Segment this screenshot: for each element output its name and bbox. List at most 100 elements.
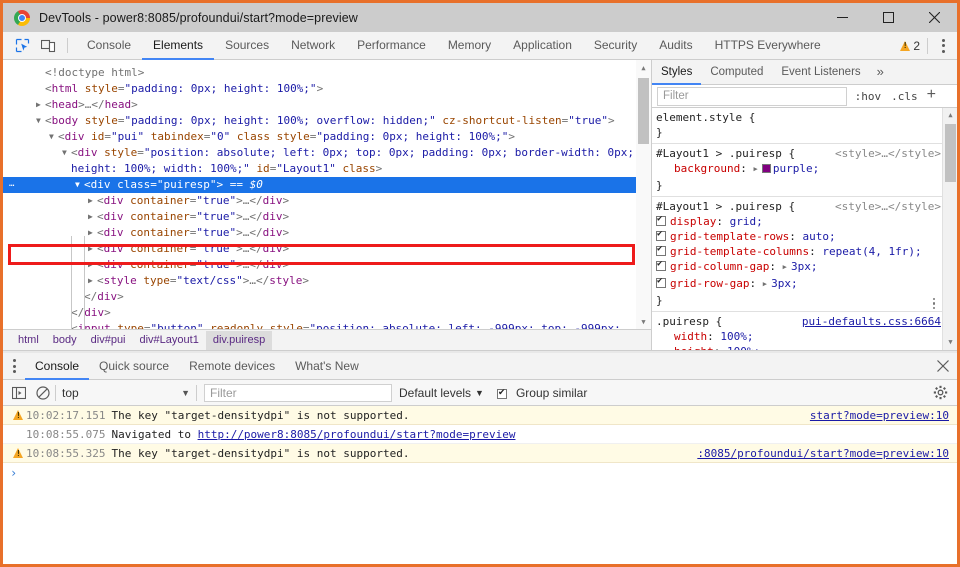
css-property-name[interactable]: height [674,345,714,350]
css-property-value[interactable]: repeat(4, 1fr); [822,245,921,258]
expand-triangle-icon[interactable] [88,273,97,289]
console-message-source-link[interactable]: start?mode=preview:10 [810,409,957,422]
css-selector[interactable]: .puiresp { [656,314,722,329]
styles-scrollbar[interactable]: ▲ ▼ [942,108,957,350]
css-declaration[interactable]: grid-column-gap: ▶ 3px; [652,259,957,276]
device-toolbar-icon[interactable] [35,32,61,59]
more-tabs-chevron-icon[interactable]: » [870,60,891,85]
expand-triangle-icon[interactable] [88,241,97,257]
expand-triangle-icon[interactable] [88,209,97,225]
console-message-source-link[interactable]: :8085/profoundui/start?mode=preview:10 [697,447,957,460]
css-rules-list[interactable]: element.style {} #Layout1 > .puiresp {<st… [652,108,957,350]
dom-tree-row[interactable]: <!doctype html> [3,65,651,81]
inspect-element-icon[interactable] [9,32,35,59]
styles-scroll-thumb[interactable] [945,124,956,182]
scroll-thumb[interactable] [638,78,649,144]
gear-icon[interactable] [927,385,953,400]
scroll-down-arrow[interactable]: ▼ [636,314,651,329]
kebab-menu-icon[interactable] [933,38,953,53]
css-property-name[interactable]: grid-template-columns [670,245,809,258]
clear-console-icon[interactable] [31,385,55,400]
dom-tree-row[interactable]: <div id="pui" tabindex="0" class style="… [3,129,651,145]
dom-tree-row[interactable]: <input type="button" readonly style="pos… [3,321,651,329]
breadcrumb-item-div-puiresp[interactable]: div.puiresp [205,330,273,350]
expand-shorthand-icon[interactable]: ▶ [783,263,791,271]
css-declaration[interactable]: grid-row-gap: ▶ 3px; [652,276,957,293]
css-declaration[interactable]: width: 100%; [652,329,957,344]
css-declaration[interactable]: grid-template-rows: auto; [652,229,957,244]
expand-triangle-icon[interactable] [36,97,45,113]
declaration-enabled-checkbox[interactable] [656,229,666,241]
scroll-up-arrow[interactable]: ▲ [636,60,651,75]
dom-tree-row[interactable]: <div container="true">…</div> [3,257,651,273]
styles-scroll-up-arrow[interactable]: ▲ [943,108,957,123]
declaration-enabled-checkbox[interactable] [656,244,666,256]
expand-shorthand-icon[interactable]: ▶ [753,165,761,173]
tab-elements[interactable]: Elements [142,32,215,60]
css-selector[interactable]: element.style { [656,110,755,125]
css-property-name[interactable]: display [670,215,716,228]
declaration-enabled-checkbox[interactable] [656,214,666,226]
dom-tree-row[interactable]: <head>…</head> [3,97,651,113]
expand-shorthand-icon[interactable]: ▶ [763,280,771,288]
tab-https-everywhere[interactable]: HTTPS Everywhere [704,32,832,60]
css-rule[interactable]: .puiresp { pui-defaults.css:6664 width: 10… [652,312,957,350]
dom-tree-row[interactable]: <div container="true">…</div> [3,193,651,209]
tab-application[interactable]: Application [502,32,583,60]
dom-tree-row[interactable]: height: 100%; width: 100%;" id="Layout1"… [3,161,651,177]
console-message-list[interactable]: 10:02:17.151 The key "target-densitydpi" … [3,406,957,564]
css-property-name[interactable]: grid-row-gap [670,277,749,290]
console-message-link[interactable]: http://power8:8085/profoundui/start?mode… [198,428,516,441]
css-selector[interactable]: #Layout1 > .puiresp { [656,199,795,214]
css-declaration[interactable]: grid-template-columns: repeat(4, 1fr); [652,244,957,259]
styles-scroll-down-arrow[interactable]: ▼ [943,335,957,350]
breadcrumb-item-body[interactable]: body [46,331,84,350]
dom-tree-row[interactable]: <div style="position: absolute; left: 0p… [3,145,651,161]
css-rule-origin[interactable]: pui-defaults.css:6664 [802,314,957,329]
tab-memory[interactable]: Memory [437,32,502,60]
tab-security[interactable]: Security [583,32,648,60]
minimize-button[interactable] [819,3,865,32]
dom-tree-row[interactable]: <html style="padding: 0px; height: 100%;… [3,81,651,97]
css-rule-kebab-icon[interactable] [932,297,935,309]
tab-console[interactable]: Console [76,32,142,60]
expand-triangle-icon[interactable] [88,225,97,241]
css-rule[interactable]: element.style {} [652,108,957,144]
css-rule[interactable]: #Layout1 > .puiresp {<style>…</style> bac… [652,144,957,197]
drawer-tab-remote-devices[interactable]: Remote devices [179,353,285,380]
css-property-value[interactable]: auto; [802,230,835,243]
maximize-button[interactable] [865,3,911,32]
tab-sources[interactable]: Sources [214,32,280,60]
warning-count-indicator[interactable]: 2 [900,39,927,53]
drawer-tab-quick-source[interactable]: Quick source [89,353,179,380]
declaration-enabled-checkbox[interactable] [656,259,666,271]
dom-tree-row[interactable]: </div> [3,289,651,305]
expand-triangle-icon[interactable] [88,193,97,209]
declaration-enabled-checkbox[interactable] [656,276,666,288]
breadcrumb-item-div-layout1[interactable]: div#Layout1 [133,331,206,350]
log-levels-select[interactable]: Default levels ▼ [399,386,484,400]
execution-context-select[interactable]: top ▼ [56,386,196,400]
tab-styles[interactable]: Styles [652,60,702,85]
css-property-value[interactable]: 3px; [791,260,818,273]
dom-tree-row-selected[interactable]: …<div class="puiresp"> == $0 [3,177,651,193]
expand-triangle-icon[interactable] [88,257,97,273]
dom-tree-row[interactable]: <div container="true">…</div> [3,241,651,257]
css-property-name[interactable]: grid-template-rows [670,230,789,243]
console-message-warning[interactable]: 10:08:55.325 The key "target-densitydpi" … [3,444,957,463]
css-declaration[interactable]: display: grid; [652,214,957,229]
drawer-tab-whats-new[interactable]: What's New [285,353,369,380]
dom-tree-scrollbar[interactable]: ▲ ▼ [636,60,651,329]
css-property-value[interactable]: 3px; [771,277,798,290]
collapse-triangle-icon[interactable] [36,113,45,129]
dom-tree[interactable]: <!doctype html> <html style="padding: 0px… [3,60,651,329]
css-selector[interactable]: #Layout1 > .puiresp { [656,146,795,161]
dom-tree-row[interactable]: </div> [3,305,651,321]
console-message-warning[interactable]: 10:02:17.151 The key "target-densitydpi" … [3,406,957,425]
hov-toggle-button[interactable]: :hov [850,90,887,103]
css-origin-link[interactable]: pui-defaults.css:6664 [802,315,941,328]
dom-tree-row[interactable]: <body style="padding: 0px; height: 100%;… [3,113,651,129]
breadcrumb-item-div-pui[interactable]: div#pui [84,331,133,350]
new-style-rule-button[interactable]: + [923,86,940,104]
tab-event-listeners[interactable]: Event Listeners [772,60,869,85]
